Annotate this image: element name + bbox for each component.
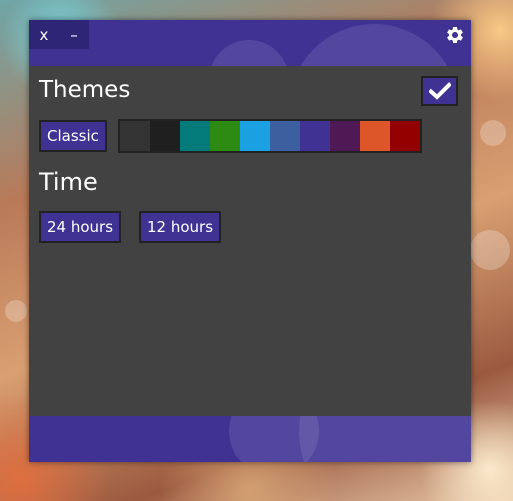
wallpaper-bokeh — [470, 230, 510, 270]
swatch-indigo[interactable] — [300, 121, 330, 151]
wallpaper-bokeh — [480, 120, 506, 146]
wallpaper-bokeh — [5, 300, 27, 322]
classic-theme-button[interactable]: Classic — [39, 120, 107, 152]
swatch-teal[interactable] — [180, 121, 210, 151]
theme-color-swatches — [118, 119, 422, 153]
app-window: x – Themes Classic Time 24 hours 12 hour… — [29, 20, 471, 462]
swatch-sky-blue[interactable] — [240, 121, 270, 151]
swatch-plum[interactable] — [330, 121, 360, 151]
gear-icon[interactable] — [445, 25, 465, 45]
swatch-dark-gray[interactable] — [120, 121, 150, 151]
close-button[interactable]: x — [29, 20, 59, 49]
swatch-steel-blue[interactable] — [270, 121, 300, 151]
title-bar[interactable]: x – — [29, 20, 471, 66]
titlebar-decor-circle — [209, 40, 289, 66]
titlebar-decor-circle — [289, 24, 459, 66]
apply-theme-button[interactable] — [421, 76, 458, 106]
themes-heading: Themes — [39, 77, 131, 103]
checkmark-icon — [428, 82, 451, 100]
minimize-button[interactable]: – — [59, 20, 89, 49]
window-controls: x – — [29, 20, 89, 49]
time-24-hours-button[interactable]: 24 hours — [39, 211, 122, 243]
swatch-black[interactable] — [150, 121, 180, 151]
swatch-orange[interactable] — [360, 121, 390, 151]
footer-decor-circle — [299, 416, 471, 462]
settings-panel: Themes Classic Time 24 hours 12 hours — [29, 66, 471, 416]
footer-bar — [29, 416, 471, 462]
time-12-hours-button[interactable]: 12 hours — [139, 211, 222, 243]
time-heading: Time — [39, 168, 98, 196]
swatch-green[interactable] — [210, 121, 240, 151]
swatch-red[interactable] — [390, 121, 420, 151]
